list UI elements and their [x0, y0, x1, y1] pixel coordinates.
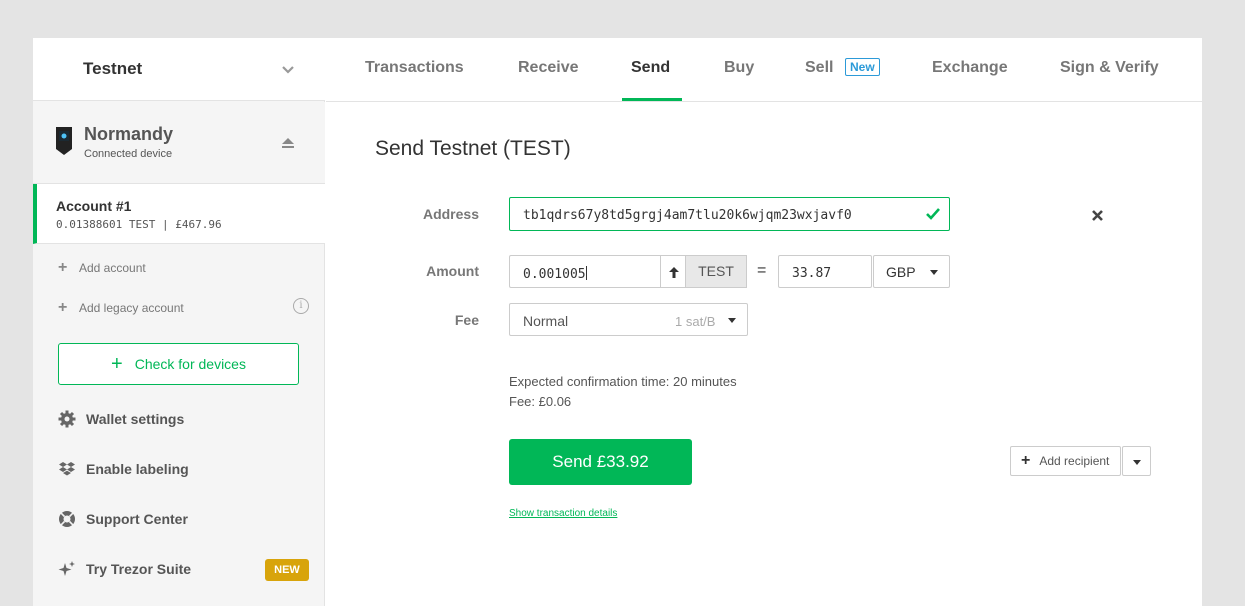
set-max-button[interactable] [660, 255, 686, 288]
gear-icon [58, 410, 76, 428]
fee-level: Normal [523, 313, 569, 329]
try-trezor-suite-label: Try Trezor Suite [86, 561, 192, 577]
tab-buy[interactable]: Buy [724, 59, 754, 77]
tab-transactions[interactable]: Transactions [365, 59, 464, 77]
confirmation-time: Expected confirmation time: 20 minutes [509, 374, 737, 389]
add-legacy-account-link[interactable]: + Add legacy account [58, 298, 184, 318]
add-account-label: Add account [79, 261, 146, 275]
sparkle-icon [58, 561, 75, 576]
plus-icon: + [111, 352, 123, 375]
tab-sign-verify[interactable]: Sign & Verify [1060, 59, 1159, 77]
eject-icon[interactable] [281, 136, 295, 150]
tab-send[interactable]: Send [631, 59, 670, 77]
chevron-down-icon [1133, 460, 1141, 465]
dropbox-icon [59, 462, 75, 476]
coin-name: Testnet [83, 59, 143, 78]
currency-value: GBP [886, 264, 916, 280]
check-icon [926, 208, 940, 220]
plus-icon: + [1021, 452, 1031, 469]
address-input[interactable]: tb1qdrs67y8td5grgj4am7tlu20k6wjqm23wxjav… [509, 197, 950, 231]
chevron-down-icon [930, 270, 938, 275]
device-name: Normandy [84, 124, 174, 144]
wallet-settings-label: Wallet settings [86, 411, 185, 427]
coin-selector[interactable]: Testnet [33, 38, 325, 101]
tab-sell[interactable]: Sell [805, 59, 833, 77]
fiat-amount-input[interactable]: 33.87 [778, 255, 872, 288]
account-item[interactable]: Account #1 0.01388601 TEST | £467.96 [33, 184, 325, 244]
sell-new-badge: New [845, 58, 880, 76]
arrow-up-icon [669, 267, 679, 278]
try-trezor-suite-link[interactable]: Try Trezor Suite [58, 556, 191, 582]
enable-labeling-label: Enable labeling [86, 461, 189, 477]
fee-select[interactable]: Normal 1 sat/B [509, 303, 748, 336]
add-recipient-dropdown[interactable] [1122, 446, 1151, 476]
support-center-label: Support Center [86, 511, 188, 527]
device-panel[interactable]: Normandy Connected device [33, 102, 325, 184]
sidebar: Testnet Normandy Connected device Accoun… [33, 38, 325, 606]
active-tab-indicator [622, 98, 682, 101]
account-balance: 0.01388601 TEST | £467.96 [56, 218, 222, 231]
page-title: Send Testnet (TEST) [375, 137, 571, 160]
lifebuoy-icon [59, 511, 75, 527]
enable-labeling-link[interactable]: Enable labeling [58, 456, 189, 482]
account-name: Account #1 [56, 198, 132, 214]
chevron-down-icon [728, 318, 736, 323]
tab-receive[interactable]: Receive [518, 59, 579, 77]
coin-unit: TEST [685, 255, 747, 288]
add-recipient-label: Add recipient [1039, 454, 1110, 468]
fee-label: Fee [454, 312, 479, 328]
fee-rate: 1 sat/B [675, 314, 716, 329]
tab-exchange[interactable]: Exchange [932, 59, 1008, 77]
send-button[interactable]: Send £33.92 [509, 439, 692, 485]
chevron-down-icon[interactable] [281, 62, 295, 76]
wallet-settings-link[interactable]: Wallet settings [58, 406, 184, 432]
top-navigation: Transactions Receive Send Buy Sell New E… [326, 38, 1202, 102]
address-label: Address [422, 206, 479, 222]
add-account-link[interactable]: + Add account [58, 258, 146, 278]
amount-label: Amount [426, 263, 479, 279]
add-legacy-account-label: Add legacy account [79, 301, 184, 315]
add-recipient-button[interactable]: + Add recipient [1010, 446, 1121, 476]
amount-value: 0.001005 [523, 267, 586, 282]
check-devices-label: Check for devices [134, 356, 246, 372]
show-transaction-details-link[interactable]: Show transaction details [509, 508, 617, 519]
info-icon[interactable]: i [293, 298, 309, 314]
wallet-frame: Testnet Normandy Connected device Accoun… [33, 38, 1202, 606]
equals-sign: = [757, 262, 767, 279]
support-center-link[interactable]: Support Center [58, 506, 188, 532]
new-badge: NEW [265, 559, 309, 581]
check-devices-button[interactable]: + Check for devices [58, 343, 299, 385]
amount-input[interactable]: 0.001005 [509, 255, 661, 288]
fee-amount: Fee: £0.06 [509, 394, 572, 409]
plus-icon: + [58, 259, 68, 276]
trezor-device-icon [56, 127, 72, 155]
close-icon[interactable] [1091, 209, 1104, 222]
device-status: Connected device [84, 148, 173, 160]
currency-select[interactable]: GBP [873, 255, 950, 288]
text-caret [585, 266, 587, 280]
plus-icon: + [58, 299, 68, 316]
